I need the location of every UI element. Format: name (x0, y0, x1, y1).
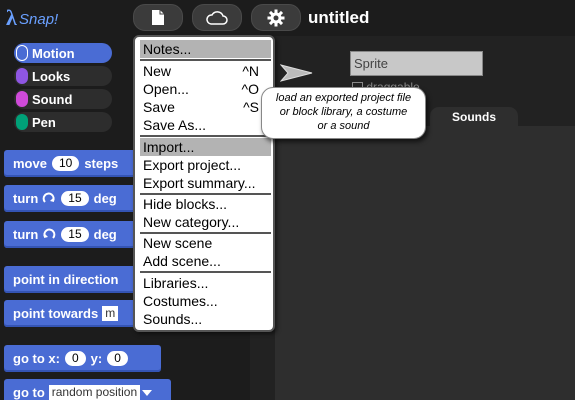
point-towards-block[interactable]: point towards m (4, 300, 144, 327)
category-looks[interactable]: Looks (14, 66, 112, 86)
block-label: go to x: (13, 351, 60, 366)
go-to-block[interactable]: go to random position (4, 379, 171, 400)
import-tooltip: load an exported project file or block l… (261, 87, 426, 139)
category-label: Pen (32, 114, 56, 130)
block-label: deg (93, 191, 117, 206)
menu-item-new-category[interactable]: New category... (140, 213, 271, 231)
tooltip-line: load an exported project file (275, 92, 412, 104)
block-label: move (13, 156, 47, 171)
menu-item-notes[interactable]: Notes... (140, 40, 271, 58)
sprite-direction-arrow-icon (280, 64, 313, 82)
cloud-icon (206, 10, 228, 25)
go-to-xy-block[interactable]: go to x: 0 y: 0 (4, 345, 161, 372)
category-sound[interactable]: Sound (14, 89, 112, 109)
category-motion[interactable]: Motion (14, 43, 112, 63)
category-label: Sound (32, 91, 73, 107)
menu-item-new[interactable]: New ^N (140, 62, 271, 80)
gear-icon (267, 9, 285, 26)
file-icon (152, 10, 164, 25)
block-label: deg (93, 227, 117, 242)
move-steps-block[interactable]: move 10 steps (4, 150, 144, 177)
rotate-clockwise-icon (42, 192, 55, 203)
point-in-direction-block[interactable]: point in direction (4, 266, 144, 293)
menu-separator (140, 59, 271, 61)
dropdown-arrow-icon (142, 389, 153, 396)
menu-item-sounds[interactable]: Sounds... (140, 310, 271, 328)
menu-item-save-as[interactable]: Save As... (140, 116, 271, 134)
category-pen[interactable]: Pen (14, 112, 112, 132)
block-label: turn (13, 227, 39, 242)
menu-separator (140, 135, 271, 137)
block-label: y: (90, 351, 103, 366)
menu-item-open[interactable]: Open... ^O (140, 80, 271, 98)
tab-sounds[interactable]: Sounds (430, 107, 518, 127)
y-input[interactable]: 0 (107, 351, 128, 366)
block-label: go to (13, 385, 45, 400)
menu-item-new-scene[interactable]: New scene (140, 234, 271, 252)
degrees-input[interactable]: 15 (61, 191, 89, 206)
sound-color-swatch (16, 91, 28, 107)
menu-separator (140, 271, 271, 273)
block-label: steps (84, 156, 119, 171)
file-menu: Notes... New ^N Open... ^O Save ^S Save As.… (133, 35, 275, 332)
block-label: turn (13, 191, 39, 206)
looks-color-swatch (16, 68, 28, 84)
steps-input[interactable]: 10 (51, 156, 80, 171)
category-label: Looks (32, 68, 71, 84)
degrees-input[interactable]: 15 (61, 227, 89, 242)
category-selector: Motion Looks Sound Pen (0, 36, 134, 140)
x-input[interactable]: 0 (64, 351, 86, 366)
menu-item-libraries[interactable]: Libraries... (140, 274, 271, 292)
block-label: point in direction (13, 272, 119, 287)
menu-item-add-scene[interactable]: Add scene... (140, 252, 271, 270)
sprite-editor-pane (275, 126, 575, 400)
location-dropdown[interactable]: random position (48, 385, 141, 400)
snap-editor: λ Snap! untitled Motion Looks Sound Pen … (0, 0, 575, 400)
top-bar: λ Snap! untitled (0, 0, 575, 36)
cloud-button[interactable] (192, 4, 242, 31)
turn-clockwise-block[interactable]: turn 15 deg (4, 185, 144, 212)
menu-item-export-project[interactable]: Export project... (140, 156, 271, 174)
logo-text: Snap! (19, 11, 59, 28)
motion-color-swatch (16, 45, 28, 61)
block-label: point towards (13, 306, 99, 321)
settings-button[interactable] (251, 4, 301, 31)
menu-item-export-summary[interactable]: Export summary... (140, 174, 271, 192)
category-label: Motion (32, 45, 75, 61)
menu-item-hide-blocks[interactable]: Hide blocks... (140, 195, 271, 213)
tooltip-line: or a sound (317, 120, 370, 132)
menu-item-import[interactable]: Import... (140, 138, 271, 156)
svg-text:λ: λ (6, 5, 17, 30)
tooltip-line: or block library, a costume (279, 106, 408, 118)
pen-color-swatch (16, 114, 28, 130)
target-dropdown[interactable]: m (102, 306, 119, 321)
sprite-name-field[interactable]: Sprite (350, 51, 483, 76)
menu-item-save[interactable]: Save ^S (140, 98, 271, 116)
project-title: untitled (308, 8, 370, 27)
menu-item-costumes[interactable]: Costumes... (140, 292, 271, 310)
rotate-counterclockwise-icon (43, 228, 56, 239)
file-menu-button[interactable] (133, 4, 183, 31)
snap-logo[interactable]: λ Snap! (4, 4, 64, 32)
turn-counterclockwise-block[interactable]: turn 15 deg (4, 221, 144, 248)
